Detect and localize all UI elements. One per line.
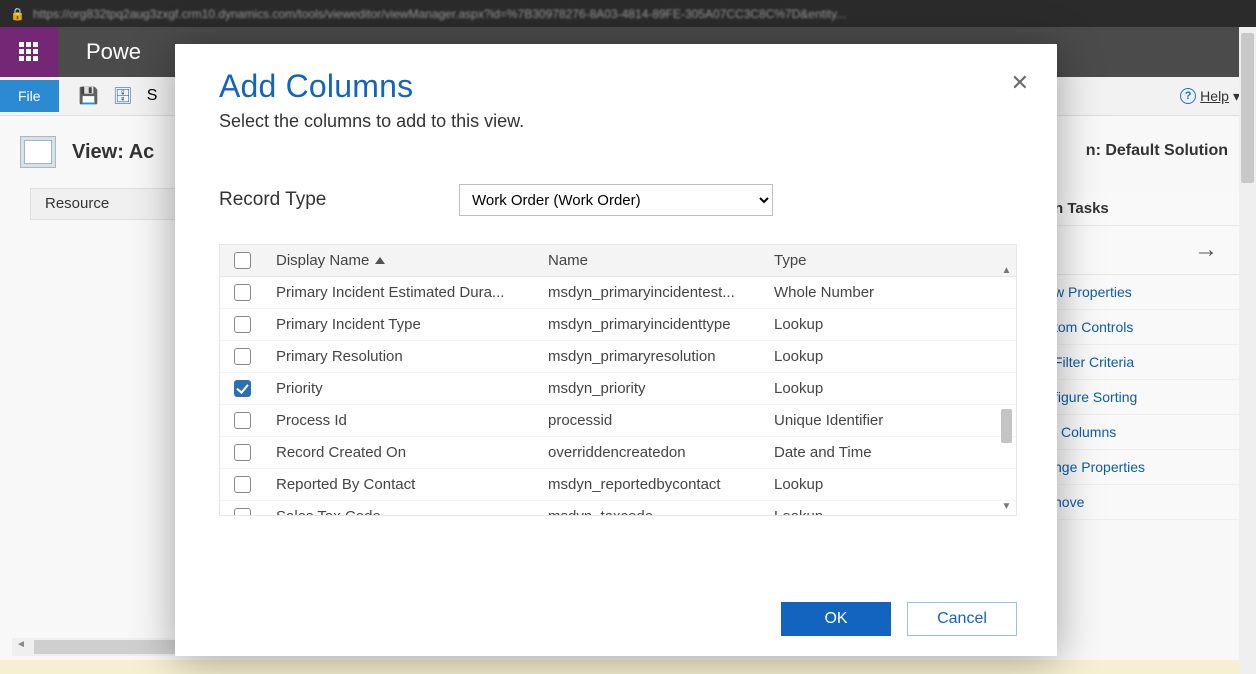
row-checkbox[interactable]	[234, 476, 251, 493]
cell-type: Date and Time	[762, 444, 972, 461]
cell-display-name: Sales Tax Code	[264, 508, 536, 515]
ribbon-extra-label: S	[147, 87, 158, 105]
header-name[interactable]: Name	[536, 252, 762, 269]
cell-name: processid	[536, 412, 762, 429]
row-checkbox[interactable]	[234, 348, 251, 365]
select-all-checkbox[interactable]	[234, 252, 251, 269]
cell-type: Lookup	[762, 380, 972, 397]
cell-name: msdyn_taxcode	[536, 508, 762, 515]
scroll-up-icon[interactable]: ▲	[999, 263, 1014, 277]
view-title: View: Ac	[72, 141, 154, 164]
page-vertical-scrollbar[interactable]	[1239, 27, 1256, 674]
waffle-icon	[19, 42, 39, 62]
ok-button[interactable]: OK	[781, 602, 891, 636]
app-title: Powe	[86, 39, 141, 65]
cell-display-name: Primary Resolution	[264, 348, 536, 365]
cell-display-name: Process Id	[264, 412, 536, 429]
columns-grid: Display Name Name Type Primary Incident …	[219, 244, 1017, 516]
save-as-icon[interactable]: 🗄	[112, 86, 132, 106]
header-display-name[interactable]: Display Name	[264, 252, 536, 269]
common-tasks-title: n Tasks	[1042, 192, 1242, 226]
cell-name: msdyn_reportedbycontact	[536, 476, 762, 493]
dialog-subtitle: Select the columns to add to this view.	[219, 111, 1017, 132]
table-row[interactable]: Process IdprocessidUnique Identifier	[220, 405, 1016, 437]
cell-type: Lookup	[762, 348, 972, 365]
link-columns[interactable]: l Columns	[1042, 415, 1242, 450]
table-row[interactable]: Record Created OnoverriddencreatedonDate…	[220, 437, 1016, 469]
page-scroll-thumb[interactable]	[1241, 33, 1254, 183]
sort-ascending-icon	[375, 257, 385, 264]
row-checkbox[interactable]	[234, 508, 251, 515]
url-text: https://org832tpq2aug3zxgf.crm10.dynamic…	[33, 7, 846, 21]
record-type-label: Record Type	[219, 189, 459, 211]
cell-display-name: Priority	[264, 380, 536, 397]
app-launcher-button[interactable]	[0, 27, 58, 77]
grid-scroll-thumb[interactable]	[1001, 409, 1012, 443]
cancel-button[interactable]: Cancel	[907, 602, 1017, 636]
link-remove[interactable]: nove	[1042, 485, 1242, 520]
cell-name: msdyn_primaryresolution	[536, 348, 762, 365]
cell-name: msdyn_primaryincidentest...	[536, 284, 762, 301]
cell-name: msdyn_primaryincidenttype	[536, 316, 762, 333]
help-menu[interactable]: ? Help ▾	[1180, 88, 1240, 105]
table-row[interactable]: Primary Resolutionmsdyn_primaryresolutio…	[220, 341, 1016, 373]
close-icon[interactable]: ✕	[1011, 70, 1029, 96]
link-filter-criteria[interactable]: Filter Criteria	[1042, 345, 1242, 380]
table-row[interactable]: Sales Tax Codemsdyn_taxcodeLookup	[220, 501, 1016, 515]
grid-header-row: Display Name Name Type	[220, 245, 1016, 277]
save-icon[interactable]: 💾	[79, 86, 99, 106]
cell-display-name: Reported By Contact	[264, 476, 536, 493]
table-row[interactable]: Reported By Contactmsdyn_reportedbyconta…	[220, 469, 1016, 501]
common-tasks-panel: n Tasks → w Properties tom Controls Filt…	[1042, 192, 1242, 520]
row-checkbox[interactable]	[234, 380, 251, 397]
cell-type: Whole Number	[762, 284, 972, 301]
arrow-right-icon[interactable]: →	[1194, 236, 1218, 264]
cell-type: Unique Identifier	[762, 412, 972, 429]
table-row[interactable]: Primary Incident Estimated Dura...msdyn_…	[220, 277, 1016, 309]
scroll-left-icon[interactable]: ◄	[16, 639, 26, 650]
add-columns-dialog: ✕ Add Columns Select the columns to add …	[175, 44, 1057, 656]
dialog-title: Add Columns	[219, 68, 1017, 105]
row-checkbox[interactable]	[234, 444, 251, 461]
cell-display-name: Primary Incident Type	[264, 316, 536, 333]
record-type-select[interactable]: Work Order (Work Order)	[459, 184, 773, 216]
file-tab[interactable]: File	[0, 80, 59, 112]
scroll-down-icon[interactable]: ▼	[999, 499, 1014, 513]
header-display-name-label: Display Name	[276, 252, 369, 269]
cell-type: Lookup	[762, 508, 972, 515]
cell-display-name: Record Created On	[264, 444, 536, 461]
table-row[interactable]: Primary Incident Typemsdyn_primaryincide…	[220, 309, 1016, 341]
row-checkbox[interactable]	[234, 412, 251, 429]
link-custom-controls[interactable]: tom Controls	[1042, 310, 1242, 345]
help-label: Help	[1200, 88, 1229, 104]
table-row[interactable]: Prioritymsdyn_priorityLookup	[220, 373, 1016, 405]
help-icon: ?	[1180, 88, 1196, 104]
grid-vertical-scrollbar[interactable]: ▲ ▼	[999, 279, 1014, 513]
cell-name: overriddencreatedon	[536, 444, 762, 461]
cell-name: msdyn_priority	[536, 380, 762, 397]
lock-icon: 🔒	[10, 7, 25, 21]
cell-display-name: Primary Incident Estimated Dura...	[264, 284, 536, 301]
solution-label: n: Default Solution	[1086, 142, 1228, 160]
header-type[interactable]: Type	[762, 252, 972, 269]
link-change-properties[interactable]: nge Properties	[1042, 450, 1242, 485]
cell-type: Lookup	[762, 316, 972, 333]
link-view-properties[interactable]: w Properties	[1042, 275, 1242, 310]
row-checkbox[interactable]	[234, 316, 251, 333]
link-configure-sorting[interactable]: figure Sorting	[1042, 380, 1242, 415]
row-checkbox[interactable]	[234, 284, 251, 301]
cell-type: Lookup	[762, 476, 972, 493]
view-entity-icon	[20, 136, 56, 168]
status-strip	[0, 660, 1256, 674]
browser-address-bar: 🔒 https://org832tpq2aug3zxgf.crm10.dynam…	[0, 0, 1256, 27]
